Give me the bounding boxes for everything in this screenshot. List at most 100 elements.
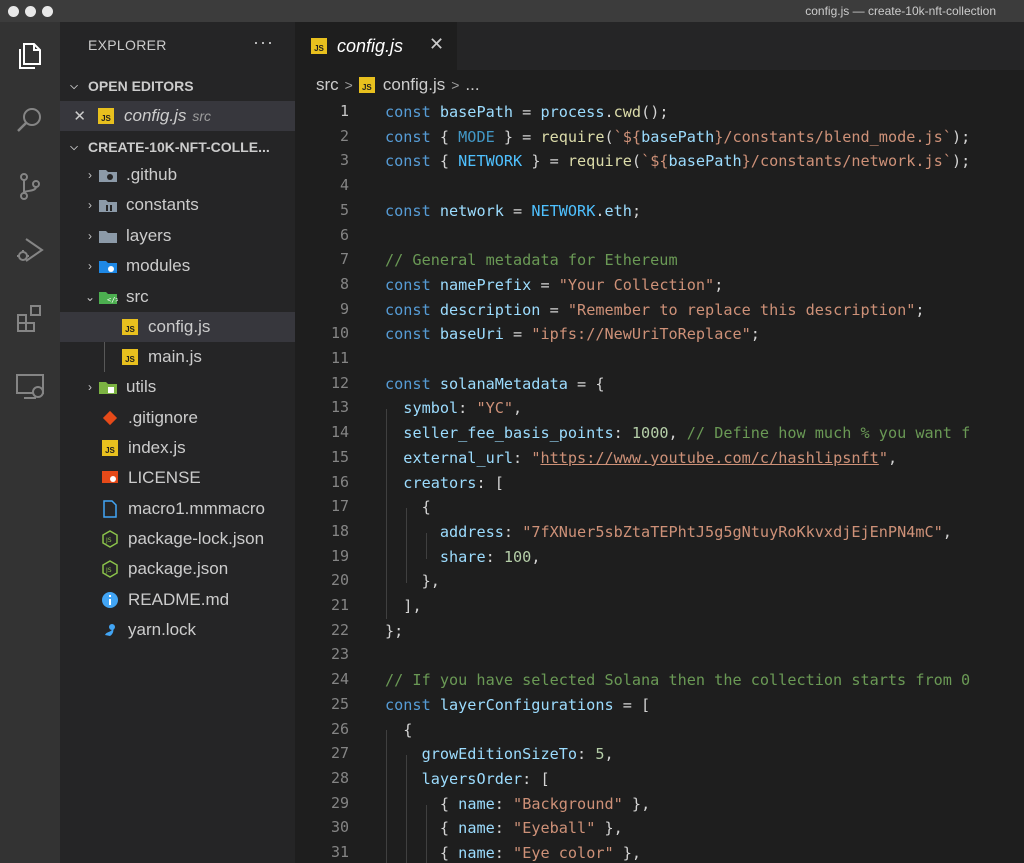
svg-text:JS: JS [105, 567, 112, 574]
code-editor[interactable]: 1 2 3 4 5 6 7 8 9 10 11 12 13 14 15 16 17 18 19 20 21 22 23 24 2… [295, 100, 1024, 863]
code-line-16: creators: [ [403, 473, 504, 492]
tree-item-label: src [126, 287, 149, 306]
line-number: 8 [339, 274, 349, 293]
line-number: 31 [330, 843, 349, 861]
line-number: 1 [339, 102, 349, 120]
tab-close-icon[interactable]: ✕ [429, 34, 444, 55]
line-number: 2 [339, 126, 349, 145]
tree-item-config-js[interactable]: JS config.js [60, 312, 295, 342]
utils-folder-icon [98, 378, 118, 396]
breadcrumb-file[interactable]: config.js [383, 75, 445, 95]
remote-explorer-icon[interactable] [10, 366, 50, 406]
line-number: 16 [330, 472, 349, 491]
code-line-7: // General metadata for Ethereum [385, 251, 678, 270]
line-number: 23 [330, 645, 349, 664]
project-header[interactable]: ⌵ CREATE-10K-NFT-COLLE... [60, 133, 295, 161]
folder-icon [98, 227, 118, 245]
tree-item-label: config.js [148, 317, 211, 336]
tree-item-index-js[interactable]: JS index.js [60, 433, 295, 463]
code-line-14: seller_fee_basis_points: 1000, // Define… [403, 424, 971, 443]
tree-item-layers[interactable]: › layers [60, 221, 295, 251]
tree-item-modules[interactable]: › modules [60, 251, 295, 281]
js-file-icon: JS [120, 318, 140, 336]
code-line-24: // If you have selected Solana then the … [385, 671, 971, 690]
line-number: 12 [330, 373, 349, 392]
tab-config-js[interactable]: JS config.js ✕ [295, 22, 457, 70]
breadcrumb: src > JS config.js > ... [295, 70, 1024, 100]
tree-item-label: .github [126, 165, 178, 184]
line-number: 3 [339, 151, 349, 170]
code-line-21: ], [403, 597, 422, 615]
tree-item-constants[interactable]: › constants [60, 190, 295, 220]
title-bar: config.js — create-10k-nft-collection [0, 0, 1024, 22]
breadcrumb-folder[interactable]: src [316, 75, 339, 95]
line-number: 10 [330, 324, 349, 343]
modules-folder-icon [98, 257, 118, 275]
info-icon [100, 591, 120, 609]
tree-item-utils[interactable]: › utils [60, 372, 295, 402]
open-editor-item-config[interactable]: ✕ JS config.js src [60, 101, 295, 131]
tree-item-package-json[interactable]: JS package.json [60, 554, 295, 584]
tree-item-github[interactable]: › .github [60, 160, 295, 190]
tree-item-package-lock[interactable]: JS package-lock.json [60, 524, 295, 554]
tree-item-label: constants [126, 195, 199, 214]
code-line-5: const network = NETWORK.eth; [385, 201, 642, 220]
code-line-31: { name: "Eye color" }, [439, 844, 642, 862]
tree-item-macro[interactable]: macro1.mmmacro [60, 494, 295, 524]
tree-item-label: package-lock.json [128, 529, 265, 548]
svg-text:JS: JS [105, 537, 112, 544]
line-number: 9 [339, 299, 349, 318]
tree-item-main-js[interactable]: JS main.js [60, 342, 295, 372]
tab-bar: JS config.js ✕ [295, 22, 1024, 70]
tree-item-label: layers [126, 226, 172, 245]
tree-item-label: yarn.lock [128, 620, 197, 639]
tree-item-license[interactable]: LICENSE [60, 463, 295, 493]
line-number: 14 [330, 423, 349, 442]
tree-item-gitignore[interactable]: .gitignore [60, 403, 295, 433]
nodejs-icon: JS [100, 560, 120, 578]
code-line-29: { name: "Background" }, [439, 794, 651, 813]
tree-item-src[interactable]: ⌄ </> src [60, 282, 295, 312]
line-number: 17 [330, 497, 349, 516]
chevron-down-icon: ⌵ [70, 80, 78, 92]
code-line-12: const solanaMetadata = { [385, 374, 605, 393]
activity-bar [0, 22, 60, 863]
window-title: config.js — create-10k-nft-collection [805, 4, 996, 18]
tree-item-label: utils [126, 377, 157, 396]
tree-item-label: macro1.mmmacro [128, 499, 265, 518]
tree-item-yarn-lock[interactable]: yarn.lock [60, 615, 295, 645]
explorer-icon[interactable] [10, 36, 50, 76]
line-number: 18 [330, 521, 349, 540]
tree-item-readme[interactable]: README.md [60, 585, 295, 615]
line-number: 15 [330, 447, 349, 466]
code-line-28: layersOrder: [ [421, 769, 550, 788]
code-line-9: const description = "Remember to replace… [385, 300, 925, 319]
more-actions-button[interactable]: ··· [253, 32, 274, 53]
line-number: 24 [330, 670, 349, 689]
line-number: 26 [330, 719, 349, 738]
line-number: 19 [330, 546, 349, 565]
explorer-title: EXPLORER [88, 37, 167, 53]
close-icon[interactable]: ✕ [60, 107, 96, 125]
file-icon [100, 500, 120, 518]
tree-item-label: LICENSE [128, 468, 201, 487]
open-editor-desc: src [192, 108, 212, 124]
code-line-13: symbol: "YC", [403, 399, 523, 418]
breadcrumb-symbols[interactable]: ... [465, 75, 479, 95]
extensions-icon[interactable] [10, 298, 50, 338]
search-icon[interactable] [10, 100, 50, 140]
code-line-2: const { MODE } = require(`${basePath}/co… [385, 127, 971, 146]
open-editors-header[interactable]: ⌵ OPEN EDITORS [60, 72, 295, 100]
project-label: CREATE-10K-NFT-COLLE... [88, 139, 270, 155]
code-line-18: address: "7fXNuer5sbZtaTEPhtJ5g5gNtuyRoK… [439, 522, 952, 541]
run-debug-icon[interactable] [10, 230, 50, 270]
line-number: 30 [330, 818, 349, 837]
chevron-right-icon: › [88, 259, 92, 273]
code-line-30: { name: "Eyeball" }, [439, 819, 623, 838]
chevron-right-icon: › [88, 229, 92, 243]
code-line-25: const layerConfigurations = [ [385, 695, 651, 714]
source-control-icon[interactable] [10, 166, 50, 206]
line-number: 11 [330, 349, 349, 367]
line-number: 22 [330, 620, 349, 639]
src-folder-open-icon: </> [98, 288, 118, 306]
